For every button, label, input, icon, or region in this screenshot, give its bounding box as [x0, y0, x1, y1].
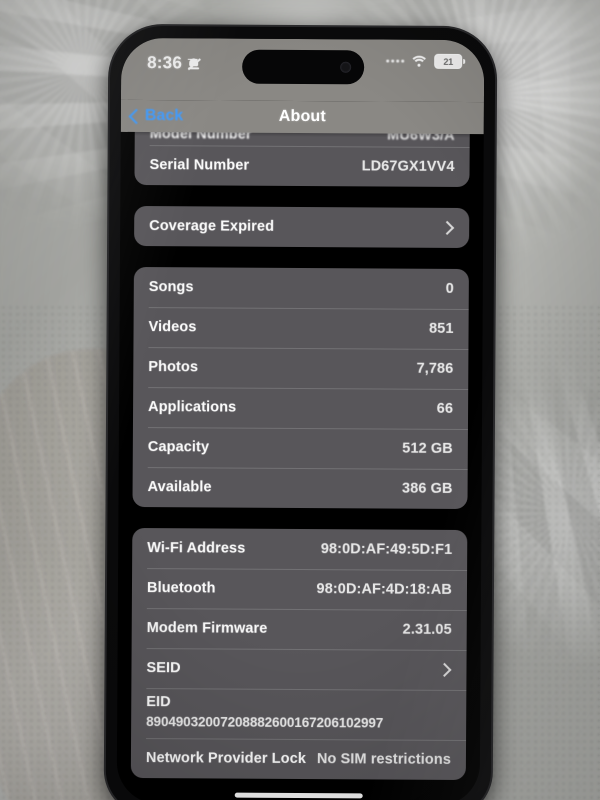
bell-slash-icon [187, 57, 201, 70]
row-label: Wi-Fi Address [147, 540, 246, 557]
chevron-right-icon [440, 220, 455, 235]
row-label: EID [146, 694, 171, 711]
battery-icon: 21 [434, 53, 463, 69]
dynamic-island [241, 49, 364, 85]
row-label: Network Provider Lock [145, 750, 307, 768]
battery-percentage: 21 [443, 56, 454, 67]
status-bar-right: 21 [386, 53, 463, 75]
row-value: 66 [436, 400, 454, 417]
chevron-right-icon [437, 662, 452, 677]
row-capacity[interactable]: Capacity 512 GB [133, 427, 468, 469]
row-value: LD67GX1VV4 [361, 158, 455, 175]
row-serial-number[interactable]: Serial Number LD67GX1VV4 [134, 145, 469, 187]
row-eid[interactable]: EID 89049032007208882600167206102997 [131, 688, 466, 740]
storage-stats-group: Songs 0 Videos 851 Photos 7,786 Applicat… [132, 266, 469, 510]
front-camera-icon [339, 61, 351, 73]
chevron-left-icon [128, 108, 145, 124]
clock-time: 8:36 [147, 53, 183, 73]
row-value: 7,786 [416, 360, 454, 377]
iphone-device: Model Number MU6W3/A Serial Number LD67G… [105, 25, 496, 800]
row-available[interactable]: Available 386 GB [132, 467, 467, 509]
row-applications[interactable]: Applications 66 [133, 387, 468, 429]
row-label: Coverage Expired [149, 218, 275, 235]
row-value: 89049032007208882600167206102997 [146, 714, 384, 731]
screenshot-root: Model Number MU6W3/A Serial Number LD67G… [0, 0, 600, 800]
back-button[interactable]: Back [128, 107, 184, 125]
row-value: 98:0D:AF:49:5D:F1 [320, 541, 453, 558]
row-value: 0 [445, 280, 454, 297]
status-bar: 8:36 21 [120, 37, 485, 103]
row-label: Videos [148, 319, 197, 336]
row-label: Available [147, 479, 212, 496]
row-value: No SIM restrictions [316, 751, 451, 768]
row-label: Photos [148, 359, 199, 376]
row-label: Modem Firmware [146, 620, 268, 637]
row-label: Bluetooth [146, 580, 216, 597]
signal-dots-icon [386, 59, 405, 63]
row-value: 98:0D:AF:4D:18:AB [316, 581, 453, 598]
row-label: Songs [148, 279, 194, 296]
about-settings-list[interactable]: Model Number MU6W3/A Serial Number LD67G… [117, 38, 485, 800]
row-bluetooth[interactable]: Bluetooth 98:0D:AF:4D:18:AB [132, 568, 467, 610]
home-indicator[interactable] [234, 792, 363, 799]
row-label: Serial Number [149, 157, 250, 174]
row-videos[interactable]: Videos 851 [133, 307, 468, 349]
row-value: 512 GB [402, 440, 453, 457]
back-button-label: Back [144, 107, 184, 125]
page-title: About [278, 107, 327, 126]
row-label: Capacity [147, 439, 210, 456]
wifi-icon [409, 55, 429, 75]
row-seid[interactable]: SEID [131, 648, 466, 690]
row-songs[interactable]: Songs 0 [134, 267, 469, 309]
row-label: Applications [148, 399, 237, 416]
network-identifiers-group: Wi-Fi Address 98:0D:AF:49:5D:F1 Bluetoot… [130, 527, 468, 781]
row-modem-firmware[interactable]: Modem Firmware 2.31.05 [132, 608, 467, 650]
row-wifi-address[interactable]: Wi-Fi Address 98:0D:AF:49:5D:F1 [132, 528, 467, 570]
row-value: 2.31.05 [402, 621, 452, 638]
phone-screen: Model Number MU6W3/A Serial Number LD67G… [116, 37, 485, 800]
row-value: 851 [429, 320, 454, 337]
status-bar-left: 8:36 [147, 53, 201, 73]
row-photos[interactable]: Photos 7,786 [133, 347, 468, 389]
row-value: 386 GB [401, 480, 453, 497]
coverage-group: Coverage Expired [134, 205, 470, 249]
row-label: SEID [146, 660, 181, 677]
row-coverage-expired[interactable]: Coverage Expired [134, 206, 469, 248]
navigation-bar: Back About [120, 99, 484, 135]
row-network-provider-lock[interactable]: Network Provider Lock No SIM restriction… [131, 738, 466, 780]
